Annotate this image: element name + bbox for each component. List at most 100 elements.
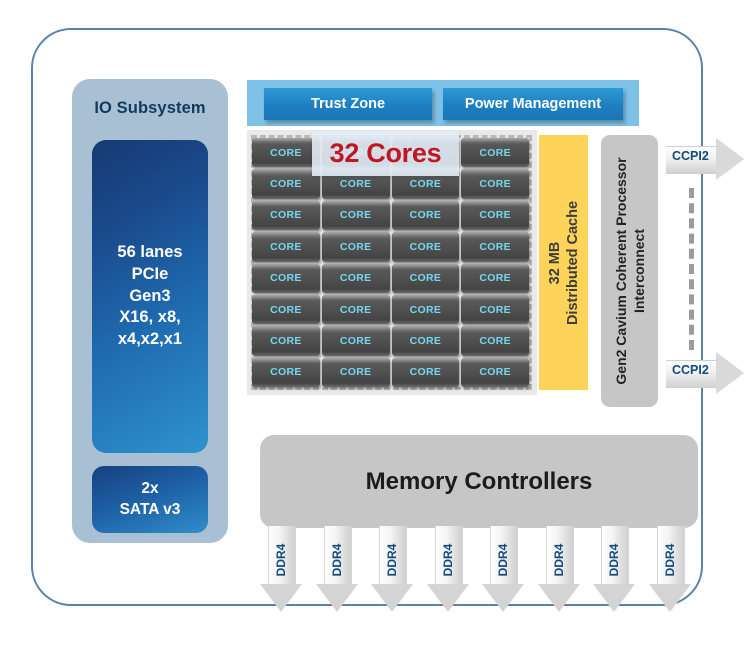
ddr4-arrow-label: DDR4: [662, 543, 677, 577]
ddr4-arrow-head: [537, 584, 580, 612]
core-cell-label: CORE: [270, 240, 302, 253]
core-cell: CORE: [321, 294, 390, 325]
core-cell: CORE: [321, 326, 390, 356]
core-cell: CORE: [252, 357, 320, 387]
core-cell: CORE: [252, 232, 320, 262]
ccpi2-arrow-top-head: [716, 138, 744, 180]
ddr4-arrow-label: DDR4: [607, 543, 621, 577]
power-management-label: Power Management: [464, 96, 602, 112]
core-cell-label: CORE: [270, 366, 302, 379]
ddr4-arrow-head: [260, 584, 302, 612]
ccpi2-arrow-bottom-head: [716, 352, 744, 394]
core-cell: CORE: [461, 200, 529, 231]
core-cell-label: CORE: [479, 334, 511, 347]
ddr4-arrow: DDR4: [593, 526, 635, 612]
ddr4-arrow-head: [371, 584, 413, 612]
interconnect-block: Gen2 Cavium Coherent Processor Interconn…: [601, 135, 658, 407]
power-management-block: Power Management: [443, 88, 623, 120]
ddr4-arrow-head: [648, 584, 691, 612]
ddr4-arrow-label: DDR4: [551, 543, 566, 577]
core-cell-label: CORE: [409, 178, 442, 191]
ddr4-arrow-head: [426, 584, 469, 612]
cache-size-label: 32 MB: [546, 241, 563, 284]
core-cell: CORE: [461, 263, 529, 293]
core-cell-label: CORE: [409, 303, 442, 316]
core-cell-label: CORE: [270, 209, 302, 222]
trust-zone-label: Trust Zone: [310, 96, 386, 112]
ddr4-arrow-label: DDR4: [385, 543, 399, 577]
ddr4-arrow-head: [482, 584, 524, 612]
core-cell: CORE: [252, 169, 320, 199]
core-cell: CORE: [252, 263, 320, 293]
core-cell: CORE: [252, 294, 320, 325]
core-cell-label: CORE: [270, 178, 302, 191]
core-cell-label: CORE: [339, 178, 372, 191]
core-cell: CORE: [321, 263, 390, 293]
core-cell-label: CORE: [479, 366, 511, 379]
core-cell: CORE: [321, 232, 390, 262]
memory-controllers-label: Memory Controllers: [365, 467, 593, 495]
ccpi2-dashed-connector: [689, 188, 694, 350]
core-cell: CORE: [391, 232, 460, 262]
ccpi2-arrow-bottom: CCPI2: [666, 352, 744, 394]
core-cell-label: CORE: [479, 209, 511, 222]
core-cell: CORE: [252, 326, 320, 356]
core-cell: CORE: [391, 200, 460, 231]
core-cell-label: CORE: [479, 178, 511, 191]
top-feature-band: Trust Zone Power Management: [247, 80, 639, 126]
core-cell-label: CORE: [409, 272, 442, 285]
io-subsystem-panel: IO Subsystem 56 lanes PCIe Gen3 X16, x8,…: [72, 79, 228, 543]
core-count-label: 32 Cores: [329, 138, 442, 168]
core-cell-label: CORE: [479, 146, 511, 159]
distributed-cache-block: 32 MB Distributed Cache: [539, 135, 588, 390]
ddr4-arrow: DDR4: [426, 526, 469, 612]
core-count-callout: 32 Cores: [312, 131, 459, 176]
ddr4-arrow: DDR4: [482, 526, 524, 612]
cache-label-group: 32 MB Distributed Cache: [545, 200, 581, 324]
cache-name-label: Distributed Cache: [564, 200, 581, 325]
ddr4-arrow-label: DDR4: [440, 543, 455, 577]
core-cell-label: CORE: [409, 366, 442, 379]
ddr4-arrow-head: [593, 584, 635, 612]
ddr4-arrow-label: DDR4: [496, 543, 510, 577]
interconnect-label-line1: Gen2 Cavium Coherent Processor: [612, 157, 629, 385]
core-cell-label: CORE: [339, 272, 372, 285]
core-cell: CORE: [252, 138, 320, 168]
core-cell-label: CORE: [270, 146, 302, 159]
core-cell-label: CORE: [339, 366, 372, 379]
core-cell-label: CORE: [479, 303, 511, 316]
sata-label: 2x SATA v3: [119, 480, 181, 518]
memory-controllers-block: Memory Controllers: [260, 435, 698, 528]
core-cell-label: CORE: [270, 334, 302, 347]
sata-block: 2x SATA v3: [92, 466, 208, 533]
core-cell: CORE: [391, 326, 460, 356]
core-cell-label: CORE: [339, 334, 372, 347]
pcie-label: 56 lanes PCIe Gen3 X16, x8, x4,x2,x1: [117, 243, 183, 349]
ddr4-arrow: DDR4: [648, 526, 691, 612]
core-cell-label: CORE: [339, 240, 372, 253]
ddr4-arrow: DDR4: [315, 526, 358, 612]
interconnect-label-line2: Interconnect: [630, 229, 647, 314]
core-cell: CORE: [391, 294, 460, 325]
core-cell: CORE: [461, 232, 529, 262]
core-cell: CORE: [321, 200, 390, 231]
core-cell-label: CORE: [479, 240, 511, 253]
core-cell: CORE: [252, 200, 320, 231]
core-cell: CORE: [461, 169, 529, 199]
core-cell: CORE: [461, 357, 529, 387]
io-subsystem-title: IO Subsystem: [94, 99, 206, 117]
core-cell: CORE: [461, 294, 529, 325]
core-cell: CORE: [391, 263, 460, 293]
pcie-block: 56 lanes PCIe Gen3 X16, x8, x4,x2,x1: [92, 140, 208, 453]
core-cell-label: CORE: [270, 303, 302, 316]
ddr4-arrow: DDR4: [371, 526, 413, 612]
chip-block-diagram: IO Subsystem 56 lanes PCIe Gen3 X16, x8,…: [0, 0, 754, 649]
core-cell-label: CORE: [479, 272, 511, 285]
ddr4-arrow-label: DDR4: [329, 543, 344, 577]
core-cell: CORE: [461, 326, 529, 356]
core-cell-label: CORE: [339, 209, 372, 222]
core-cell: CORE: [321, 357, 390, 387]
trust-zone-block: Trust Zone: [264, 88, 432, 120]
core-cell: CORE: [461, 138, 529, 168]
ddr4-arrow-head: [315, 584, 358, 612]
